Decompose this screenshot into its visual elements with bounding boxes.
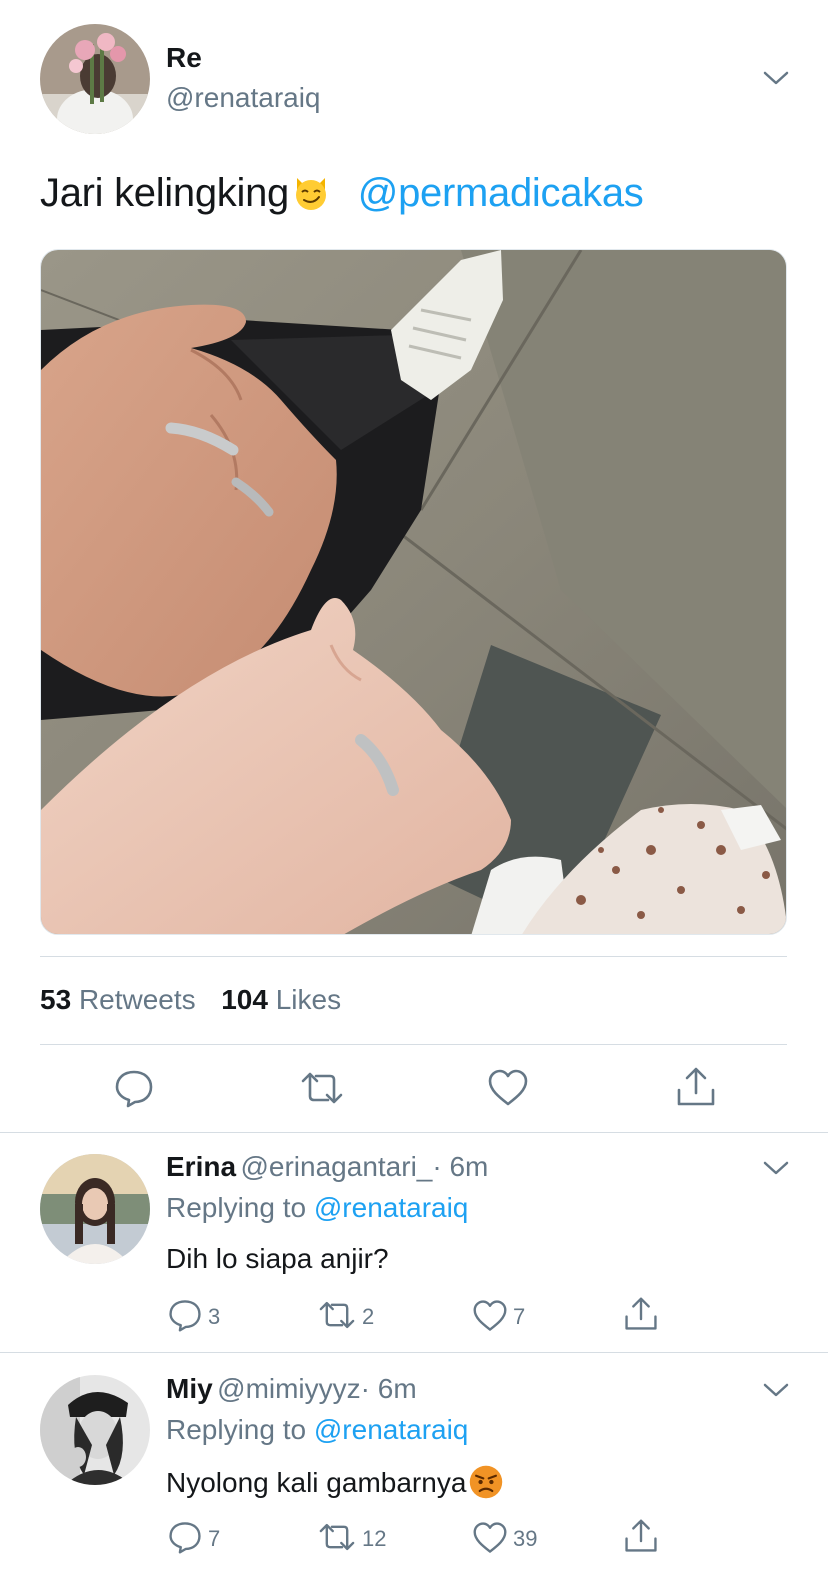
retweet-icon[interactable] [300, 1068, 344, 1113]
reply-icon[interactable] [168, 1520, 202, 1559]
divider [40, 1044, 787, 1045]
reply-author-handle[interactable]: @mimiyyyz [217, 1373, 361, 1404]
divider [40, 956, 787, 957]
reply-time: · 6m [432, 1151, 489, 1182]
replying-to: Replying to @renataraiq [166, 1192, 469, 1223]
retweets-stat[interactable]: 53 Retweets [40, 984, 196, 1015]
retweet-count: 12 [362, 1526, 387, 1551]
tweet-text-body: Jari kelingking [40, 171, 289, 215]
replying-to: Replying to @renataraiq [166, 1414, 469, 1445]
reply-avatar[interactable] [40, 1375, 150, 1485]
pouting-face-icon [468, 1464, 504, 1500]
reply-header: Miy @mimiyyyz· 6m [166, 1373, 417, 1405]
author-avatar[interactable] [40, 24, 150, 134]
reply-text: Nyolong kali gambarnya [166, 1464, 506, 1500]
retweet-icon[interactable] [318, 1298, 356, 1337]
share-icon[interactable] [624, 1296, 658, 1337]
smirking-cat-face-icon [291, 172, 331, 212]
like-icon[interactable] [472, 1521, 508, 1560]
reply-icon[interactable] [114, 1068, 154, 1113]
reply-author-name[interactable]: Erina [166, 1151, 236, 1182]
reply-avatar[interactable] [40, 1154, 150, 1264]
like-count: 39 [513, 1526, 538, 1551]
chevron-down-icon[interactable] [762, 1160, 790, 1181]
chevron-down-icon[interactable] [762, 1382, 790, 1403]
mention-link[interactable]: @permadicakas [358, 171, 644, 215]
like-icon[interactable] [472, 1299, 508, 1338]
likes-stat[interactable]: 104 Likes [221, 984, 341, 1015]
reply-header: Erina @erinagantari_· 6m [166, 1151, 488, 1183]
reply-author-name[interactable]: Miy [166, 1373, 213, 1404]
divider [0, 1132, 828, 1133]
chevron-down-icon[interactable] [762, 70, 790, 91]
replying-to-mention[interactable]: @renataraiq [314, 1192, 469, 1223]
like-icon[interactable] [487, 1068, 529, 1113]
retweet-count: 2 [362, 1304, 375, 1329]
tweet-stats: 53 Retweets 104 Likes [40, 984, 341, 1016]
reply-icon[interactable] [168, 1298, 202, 1337]
reply-text-body: Nyolong kali gambarnya [166, 1467, 467, 1498]
retweet-icon[interactable] [318, 1520, 356, 1559]
divider [0, 1352, 828, 1353]
reply-count: 7 [208, 1526, 221, 1551]
reply-text: Dih lo siapa anjir? [166, 1243, 389, 1274]
share-icon[interactable] [624, 1518, 658, 1559]
tweet-photo[interactable] [40, 249, 787, 935]
replying-to-mention[interactable]: @renataraiq [314, 1414, 469, 1445]
share-icon[interactable] [676, 1066, 716, 1113]
like-count: 7 [513, 1304, 526, 1329]
author-handle[interactable]: @renataraiq [166, 82, 321, 114]
reply-author-handle[interactable]: @erinagantari_ [240, 1151, 432, 1182]
tweet-text: Jari kelingking @permadicakas [40, 171, 644, 216]
reply-count: 3 [208, 1304, 221, 1329]
author-name[interactable]: Re [166, 42, 202, 74]
reply-time: · 6m [360, 1373, 417, 1404]
